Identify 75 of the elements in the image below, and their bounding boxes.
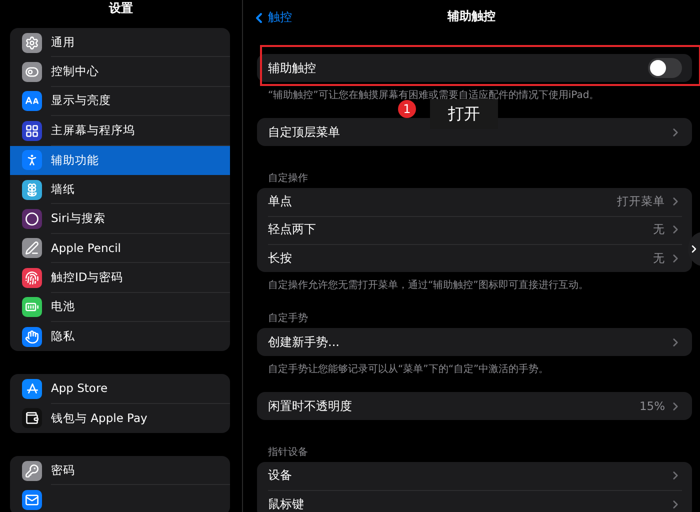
sidebar-item[interactable]: 通用 [10,28,230,58]
sidebar-item-label: Siri与搜索 [51,211,106,226]
section-footer: 自定手势让您能够记录可以从“菜单”下的“自定”中激活的手势。 [257,356,692,376]
gear-icon [22,32,42,53]
sidebar-item[interactable]: App Store [10,374,230,404]
key-icon [22,460,42,481]
row-value: 无 [653,222,665,237]
sidebar-item[interactable]: 钱包与 Apple Pay [10,404,230,434]
mail-icon [22,490,42,510]
section-header: 指针设备 [267,446,309,460]
sidebar-item[interactable]: 电池 [10,292,230,322]
sidebar-item-label: 钱包与 Apple Pay [51,410,148,426]
settings-row[interactable]: 单点 打开菜单 [257,188,692,216]
settings-row[interactable]: 闲置时不透明度 15% [257,392,692,420]
row-label: 辅助触控 [268,60,316,76]
sidebar-title: 设置 [108,0,134,17]
sidebar-item-label: 触控ID与密码 [51,270,124,285]
row-label: 自定顶层菜单 [268,124,340,140]
sidebar-item-label: 控制中心 [51,64,99,80]
sidebar-item-label: 电池 [51,299,75,314]
section-header: 自定操作 [267,172,309,186]
sidebar-item[interactable]: 触控ID与密码 [10,263,230,293]
row-label: 单点 [268,193,292,210]
toggle-switch[interactable] [648,58,682,78]
sidebar-item[interactable]: 隐私 [10,322,230,352]
accessibility-icon [22,150,42,170]
page-title: 辅助触控 [448,8,496,24]
sidebar-item-label: 辅助功能 [51,152,99,168]
section-header: 自定手势 [267,312,309,326]
flower-icon [22,180,42,200]
sidebar-item-label: Apple Pencil [51,240,121,255]
sidebar-item-label: App Store [51,381,108,396]
settings-row[interactable]: 鼠标键 [257,490,692,512]
row-value: 打开菜单 [617,194,665,209]
step-badge: 1 [398,100,416,118]
row-label: 闲置时不透明度 [268,398,352,414]
sidebar-item-label: 通用 [51,34,75,50]
pencil-icon [22,238,42,258]
sidebar-item[interactable]: 辅助功能 [10,146,230,175]
row-value: 15% [639,399,665,413]
back-link[interactable]: 触控 [251,9,292,26]
sidebar-item[interactable]: 显示与亮度 [10,86,230,116]
wallet-icon [22,408,42,428]
app-store-icon [22,378,42,399]
row-label: 创建新手势... [268,334,340,350]
row-label: 长按 [268,250,292,266]
sidebar-item[interactable]: 密码 [10,456,230,486]
text-size-icon [22,91,42,112]
sidebar-item-label: 隐私 [51,329,75,344]
sidebar-item[interactable]: Siri与搜索 [10,204,230,234]
row-label: 轻点两下 [268,221,316,238]
section-footer: 自定操作允许您无需打开菜单，通过“辅助触控”图标即可直接进行互动。 [257,272,692,292]
sidebar-item[interactable]: Apple Pencil [10,234,230,264]
settings-row[interactable]: 设备 [257,462,692,490]
siri-orb-icon [22,209,42,230]
settings-row[interactable]: 创建新手势... [257,328,692,356]
hand-icon [22,326,42,347]
section-footer: “辅助触控”可让您在触摸屏幕有困难或需要自适应配件的情况下使用iPad。 [257,82,692,102]
callout-label: 打开 [430,99,498,129]
row-label: 设备 [268,467,292,484]
sidebar-item-label: 显示与亮度 [51,93,111,108]
grid-icon [22,120,42,141]
sidebar-item-label: 密码 [51,462,75,478]
settings-row[interactable]: 辅助触控 [257,54,692,82]
sidebar-item[interactable]: 墙纸 [10,174,230,204]
settings-row[interactable]: 轻点两下 无 [257,216,692,244]
sidebar-item-label: 墙纸 [51,182,75,197]
sidebar-item[interactable]: 控制中心 [10,57,230,87]
row-value: 无 [653,250,665,266]
fingerprint-icon [22,268,42,288]
settings-row[interactable]: 长按 无 [257,244,692,272]
sidebar-item-label: 主屏幕与程序坞 [51,122,135,138]
row-label: 鼠标键 [268,496,304,512]
toggles-icon [22,62,42,82]
battery-icon [22,297,42,318]
